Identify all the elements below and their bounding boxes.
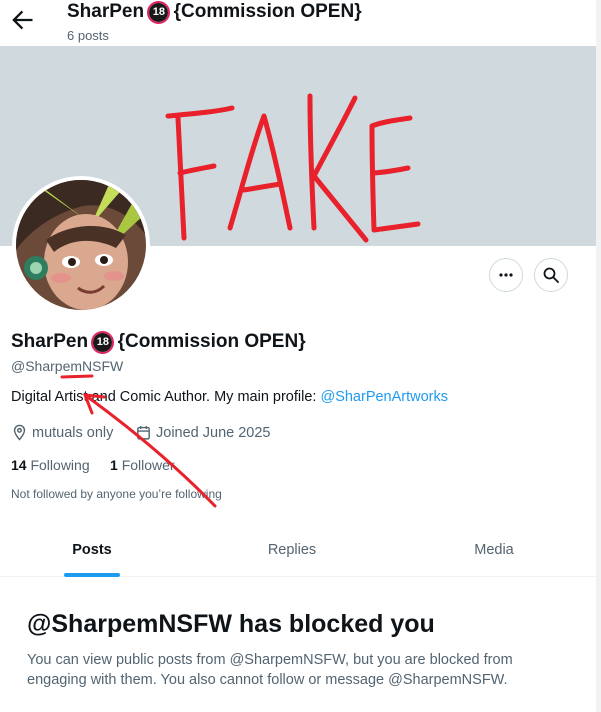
more-button[interactable]	[489, 258, 523, 292]
back-arrow-icon[interactable]	[8, 6, 36, 34]
location: mutuals only	[11, 424, 113, 441]
following-count: 14	[11, 457, 27, 473]
title-name: SharPen	[67, 1, 145, 22]
following-link[interactable]: 14 Following	[11, 457, 90, 473]
fake-annotation	[165, 93, 421, 243]
active-tab-indicator	[64, 573, 120, 577]
tab-media-label: Media	[474, 542, 514, 558]
search-profile-button[interactable]	[534, 258, 568, 292]
bio-text: Digital Artist and Comic Author. My main…	[11, 389, 321, 405]
location-pin-icon	[13, 424, 26, 441]
adult-18-icon: 18	[147, 1, 171, 24]
not-followed-notice: Not followed by anyone you’re following	[11, 487, 222, 501]
profile-tabs: Posts Replies Media	[0, 524, 596, 577]
post-count: 6 posts	[67, 28, 109, 43]
profile-name: SharPen 18 {Commission OPEN}	[11, 331, 306, 354]
top-bar: SharPen 18 {Commission OPEN} 6 posts	[0, 0, 601, 46]
search-icon	[543, 267, 559, 283]
followers-link[interactable]: 1 Follower	[110, 457, 175, 473]
tab-posts[interactable]: Posts	[52, 524, 132, 576]
avatar-image	[16, 180, 146, 310]
profile-name-text: SharPen	[11, 331, 89, 352]
profile-handle: @SharpemNSFW	[11, 358, 124, 374]
more-icon	[499, 273, 513, 277]
window-edge	[596, 0, 601, 712]
blocked-message: You can view public posts from @SharpemN…	[27, 652, 513, 688]
followers-count: 1	[110, 457, 118, 473]
join-date-text: Joined June 2025	[156, 424, 271, 441]
join-date: Joined June 2025	[135, 424, 271, 441]
profile-avatar[interactable]	[12, 176, 150, 314]
profile-bio: Digital Artist and Comic Author. My main…	[11, 389, 448, 405]
calendar-icon	[137, 426, 150, 440]
adult-18-icon: 18	[91, 331, 115, 354]
followers-label: Follower	[121, 457, 175, 473]
following-label: Following	[30, 457, 90, 473]
page-title: SharPen 18 {Commission OPEN}	[67, 1, 362, 24]
title-suffix: {Commission OPEN}	[173, 1, 362, 22]
bio-mention-link[interactable]: @SharPenArtworks	[320, 389, 448, 405]
blocked-title: @SharpemNSFW has blocked you	[27, 610, 435, 638]
location-text: mutuals only	[32, 424, 114, 441]
tab-posts-label: Posts	[72, 542, 112, 558]
tab-replies-label: Replies	[267, 542, 317, 558]
profile-name-suffix: {Commission OPEN}	[117, 331, 306, 352]
tab-replies[interactable]: Replies	[252, 524, 332, 576]
tab-media[interactable]: Media	[454, 524, 534, 576]
